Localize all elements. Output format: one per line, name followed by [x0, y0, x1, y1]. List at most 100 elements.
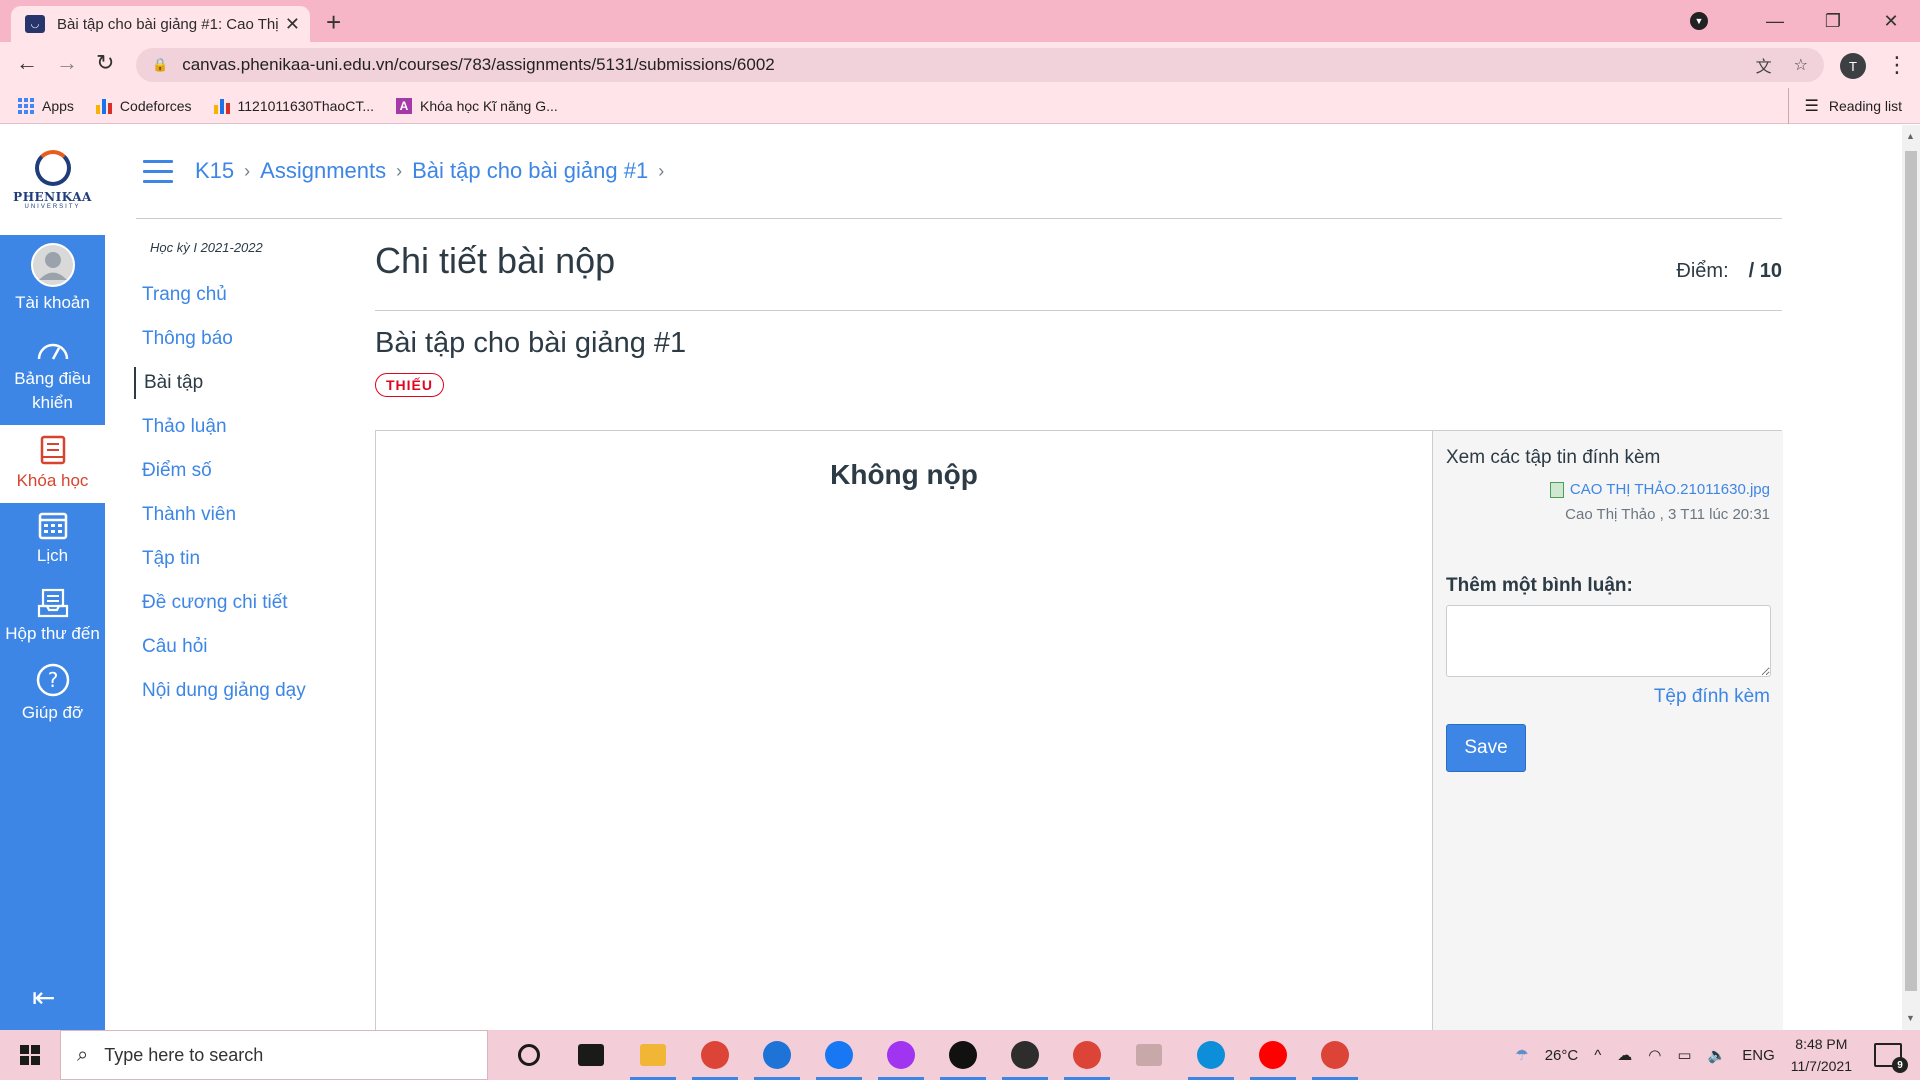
temperature[interactable]: 26°C [1545, 1047, 1579, 1064]
bookmarks-bar: Apps Codeforces 1121011630ThaoCT... A Kh… [0, 88, 1920, 124]
restore-icon[interactable]: ❐ [1804, 11, 1862, 32]
scroll-down-icon[interactable]: ▼ [1906, 1013, 1915, 1023]
volume-icon[interactable]: 🔈 [1708, 1046, 1727, 1064]
term-label: Học kỳ I 2021-2022 [150, 240, 263, 255]
course-nav-quizzes[interactable]: Câu hỏi [134, 631, 354, 663]
global-nav-help[interactable]: ? Giúp đỡ [0, 663, 105, 725]
logo-mark-icon [34, 150, 71, 186]
collapse-nav-icon[interactable]: ⇤ [32, 981, 55, 1014]
save-button[interactable]: Save [1446, 724, 1526, 772]
translate-icon[interactable]: 文 [1756, 53, 1772, 77]
global-nav-courses[interactable]: Khóa học [0, 425, 105, 503]
notification-icon[interactable]: 9 [1874, 1043, 1908, 1073]
url-text[interactable]: canvas.phenikaa-uni.edu.vn/courses/783/a… [182, 55, 1733, 75]
forward-arrow-icon[interactable]: → [56, 50, 78, 76]
taskbar-app[interactable] [1242, 1030, 1304, 1080]
taskbar-search[interactable]: ⌕ Type here to search [60, 1030, 488, 1080]
start-button[interactable] [0, 1030, 60, 1080]
clock-time: 8:48 PM [1795, 1036, 1848, 1052]
status-badge: THIẾU [375, 373, 444, 397]
bookmark-star-icon[interactable]: ☆ [1794, 55, 1808, 75]
attachment-meta: Cao Thị Thảo , 3 T11 lúc 20:31 [1565, 506, 1770, 523]
taskbar-app[interactable] [560, 1030, 622, 1080]
taskbar-app[interactable] [622, 1030, 684, 1080]
windows-logo-icon [20, 1045, 40, 1065]
course-nav-modules[interactable]: Nội dung giảng dạy [134, 675, 354, 707]
taskbar-app[interactable] [1118, 1030, 1180, 1080]
phenikaa-logo[interactable]: PHENIKAA UNIVERSITY [0, 125, 105, 235]
browser-menu-icon[interactable]: ⋮ [1886, 52, 1908, 78]
taskbar-app[interactable] [746, 1030, 808, 1080]
weather-icon[interactable]: ☂ [1515, 1046, 1528, 1064]
address-bar[interactable]: 🔒 canvas.phenikaa-uni.edu.vn/courses/783… [136, 48, 1824, 82]
tiktok-icon [949, 1041, 977, 1069]
score-label: Điểm: [1676, 260, 1729, 282]
global-nav-inbox[interactable]: Hộp thư đến [0, 588, 105, 646]
breadcrumb-assignment[interactable]: Bài tập cho bài giảng #1 [412, 158, 648, 184]
language-indicator[interactable]: ENG [1742, 1047, 1775, 1064]
global-nav-dashboard[interactable]: Bảng điều khiển [0, 337, 105, 415]
course-nav-home[interactable]: Trang chủ [134, 279, 354, 311]
taskbar-app[interactable] [498, 1030, 560, 1080]
wifi-icon[interactable]: ◠ [1648, 1046, 1661, 1064]
global-nav-calendar[interactable]: Lịch [0, 510, 105, 568]
clock[interactable]: 8:48 PM 11/7/2021 [1791, 1033, 1852, 1077]
course-nav-syllabus[interactable]: Đề cương chi tiết [134, 587, 354, 619]
course-menu-toggle-icon[interactable] [143, 160, 173, 190]
new-tab-button[interactable]: + [326, 7, 341, 38]
edge-icon [1197, 1041, 1225, 1069]
tab-close-icon[interactable]: ✕ [285, 14, 300, 35]
help-question-icon: ? [36, 663, 69, 697]
bookmark-course[interactable]: A Khóa học Kĩ năng G... [396, 97, 558, 114]
apps-grid-icon [18, 97, 34, 114]
tray-chevron-icon[interactable]: ^ [1594, 1047, 1601, 1064]
course-nav-grades[interactable]: Điểm số [134, 455, 354, 487]
taskbar-app[interactable] [808, 1030, 870, 1080]
course-nav-announcements[interactable]: Thông báo [134, 323, 354, 355]
courses-book-icon [40, 435, 65, 465]
taskbar-app[interactable] [1180, 1030, 1242, 1080]
chevron-right-icon: › [244, 160, 251, 181]
bookmark-codeforces-profile[interactable]: 1121011630ThaoCT... [213, 98, 374, 114]
minimize-icon[interactable]: — [1746, 11, 1804, 32]
browser-tab-active[interactable]: ◡ Bài tập cho bài giảng #1: Cao Thị ✕ [11, 6, 310, 42]
lock-icon: 🔒 [152, 57, 169, 72]
score-value: / 10 [1748, 260, 1782, 282]
breadcrumb-course[interactable]: K15 [195, 158, 234, 184]
reload-icon[interactable]: ↻ [96, 50, 114, 76]
attachments-title: Xem các tập tin đính kèm [1446, 447, 1661, 468]
window-close-icon[interactable]: ✕ [1862, 11, 1920, 32]
back-arrow-icon[interactable]: ← [16, 50, 38, 76]
bookmark-codeforces[interactable]: Codeforces [95, 98, 192, 114]
tab-search-icon[interactable]: ▼ [1690, 12, 1708, 30]
course-nav-files[interactable]: Tập tin [134, 543, 354, 575]
page-title: Chi tiết bài nộp [375, 240, 616, 281]
bookmark-apps[interactable]: Apps [18, 97, 74, 114]
attachment-link[interactable]: CAO THỊ THẢO.21011630.jpg [1446, 481, 1770, 498]
reading-list-button[interactable]: ☰ Reading list [1787, 88, 1902, 124]
course-nav-assignments[interactable]: Bài tập [134, 367, 354, 399]
onedrive-icon[interactable]: ☁ [1617, 1046, 1632, 1064]
global-nav-account[interactable]: Tài khoản [0, 243, 105, 315]
scrollbar-thumb[interactable] [1905, 151, 1917, 991]
course-nav-people[interactable]: Thành viên [134, 499, 354, 531]
codeforces-icon [213, 98, 230, 114]
taskbar-app[interactable] [1304, 1030, 1366, 1080]
taskbar-app[interactable] [684, 1030, 746, 1080]
taskbar-app[interactable] [1056, 1030, 1118, 1080]
chrome-icon [701, 1041, 729, 1069]
title-divider [375, 310, 1782, 311]
battery-icon[interactable]: ▭ [1677, 1046, 1691, 1064]
taskbar-app[interactable] [994, 1030, 1056, 1080]
profile-avatar[interactable]: T [1840, 53, 1866, 79]
comment-textarea[interactable] [1446, 605, 1771, 677]
taskbar-app[interactable] [932, 1030, 994, 1080]
attach-file-link[interactable]: Tệp đính kèm [1446, 686, 1770, 708]
browser-tab-bar: ◡ Bài tập cho bài giảng #1: Cao Thị ✕ + … [0, 0, 1920, 42]
breadcrumb-assignments[interactable]: Assignments [260, 158, 386, 184]
page-scrollbar[interactable]: ▲ ▼ [1902, 125, 1920, 1030]
taskbar-app[interactable] [870, 1030, 932, 1080]
no-submission-text: Không nộp [830, 459, 978, 490]
scroll-up-icon[interactable]: ▲ [1906, 131, 1915, 141]
course-nav-discussions[interactable]: Thảo luận [134, 411, 354, 443]
